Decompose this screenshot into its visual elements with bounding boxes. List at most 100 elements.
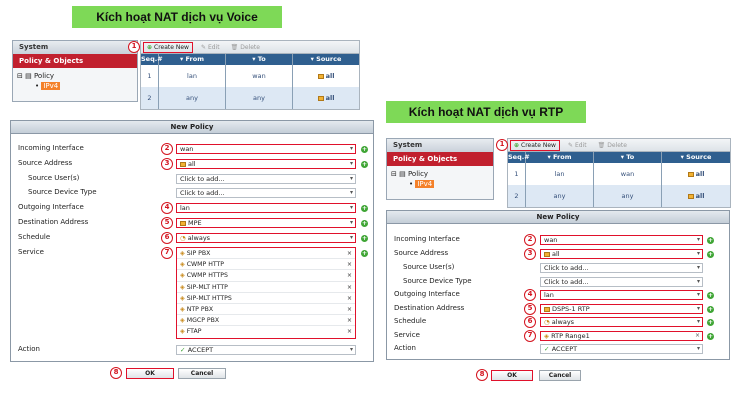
- table-row[interactable]: 1 lan wan all: [141, 65, 359, 87]
- create-new-button[interactable]: ⊕ Create New: [143, 41, 193, 53]
- source-device-select[interactable]: Click to add... ▾: [176, 188, 356, 198]
- add-icon[interactable]: +: [361, 220, 368, 227]
- add-icon[interactable]: +: [707, 251, 714, 258]
- service-list[interactable]: ◈ SIP PBX × ◈ CWMP HTTP × ◈ CWMP HTTPS × ◈ …: [176, 247, 356, 339]
- add-icon[interactable]: +: [361, 250, 368, 257]
- label-incoming: Incoming Interface: [18, 144, 84, 152]
- add-icon[interactable]: +: [361, 146, 368, 153]
- step-4-marker: 4: [161, 202, 173, 214]
- add-icon[interactable]: +: [707, 306, 714, 313]
- service-icon: ◈: [180, 272, 187, 280]
- tree-policy[interactable]: ⊟ ▤ Policy: [391, 169, 489, 179]
- close-icon[interactable]: ×: [695, 332, 700, 340]
- list-item[interactable]: ◈ SIP PBX ×: [177, 248, 355, 260]
- cancel-button[interactable]: Cancel: [539, 370, 581, 381]
- destination-address-select[interactable]: DSPS-1 RTP ▾: [540, 304, 703, 314]
- close-icon[interactable]: ×: [347, 248, 352, 259]
- add-icon[interactable]: +: [707, 237, 714, 244]
- address-icon: [180, 161, 186, 167]
- add-icon[interactable]: +: [361, 235, 368, 242]
- edit-icon: ✎: [567, 141, 573, 149]
- address-icon: [317, 73, 324, 79]
- list-item[interactable]: ◈ NTP PBX ×: [177, 304, 355, 316]
- chevron-down-icon: ▾: [696, 291, 700, 298]
- sidebar-system[interactable]: System: [13, 41, 137, 54]
- ok-button[interactable]: OK: [491, 370, 533, 381]
- action-select[interactable]: ✓ ACCEPT ▾: [176, 345, 356, 355]
- label-schedule: Schedule: [18, 233, 51, 241]
- schedule-select[interactable]: ◔ always ▾: [540, 317, 703, 327]
- chevron-down-icon: ▾: [349, 160, 353, 167]
- list-item[interactable]: ◈ CWMP HTTP ×: [177, 259, 355, 271]
- close-icon[interactable]: ×: [347, 293, 352, 304]
- close-icon[interactable]: ×: [347, 270, 352, 281]
- grid-header: Seq.# ▾ From ▾ To ▾ Source: [141, 54, 359, 65]
- close-icon[interactable]: ×: [347, 315, 352, 326]
- create-new-button[interactable]: ⊕ Create New: [510, 139, 560, 151]
- label-device: Source Device Type: [403, 277, 472, 285]
- delete-button[interactable]: 🗑 Delete: [595, 140, 630, 151]
- service-select[interactable]: ◈ RTP Range1 ×: [540, 331, 703, 341]
- list-item[interactable]: ◈ MGCP PBX ×: [177, 315, 355, 327]
- add-icon[interactable]: +: [361, 161, 368, 168]
- close-icon[interactable]: ×: [347, 259, 352, 270]
- label-users: Source User(s): [403, 263, 455, 271]
- clock-icon: ◔: [180, 234, 188, 242]
- edit-button[interactable]: ✎ Edit: [198, 42, 223, 53]
- close-icon[interactable]: ×: [347, 326, 352, 337]
- tree-ipv4[interactable]: • IPv4: [391, 179, 489, 189]
- label-outgoing: Outgoing Interface: [394, 290, 460, 298]
- address-icon: [687, 171, 694, 177]
- destination-address-select[interactable]: MPE ▾: [176, 218, 356, 228]
- step-2-marker: 2: [161, 143, 173, 155]
- service-icon: ◈: [180, 328, 187, 336]
- sidebar-policy-objects[interactable]: Policy & Objects: [387, 152, 493, 166]
- right-sidebar: System Policy & Objects ⊟ ▤ Policy • IPv…: [386, 138, 494, 200]
- add-icon[interactable]: +: [707, 319, 714, 326]
- source-device-select[interactable]: Click to add... ▾: [540, 277, 703, 287]
- service-icon: ◈: [180, 305, 187, 313]
- table-row[interactable]: 2 any any all: [141, 87, 359, 109]
- incoming-interface-select[interactable]: wan ▾: [176, 144, 356, 154]
- list-item[interactable]: ◈ SIP-MLT HTTPS ×: [177, 293, 355, 304]
- outgoing-interface-select[interactable]: lan ▾: [176, 203, 356, 213]
- outgoing-interface-select[interactable]: lan ▾: [540, 290, 703, 300]
- tree-ipv4[interactable]: • IPv4: [17, 81, 133, 91]
- label-action: Action: [394, 344, 416, 352]
- edit-button[interactable]: ✎ Edit: [565, 140, 590, 151]
- address-icon: [317, 95, 324, 101]
- address-icon: [687, 193, 694, 199]
- source-user-select[interactable]: Click to add... ▾: [540, 263, 703, 273]
- chevron-down-icon: ▾: [696, 250, 700, 257]
- add-icon[interactable]: +: [707, 292, 714, 299]
- service-icon: ◈: [180, 283, 187, 291]
- close-icon[interactable]: ×: [347, 304, 352, 315]
- source-address-select[interactable]: all ▾: [540, 249, 703, 259]
- action-select[interactable]: ✓ ACCEPT ▾: [540, 344, 703, 354]
- list-item[interactable]: ◈ CWMP HTTPS ×: [177, 270, 355, 282]
- add-icon[interactable]: +: [361, 205, 368, 212]
- incoming-interface-select[interactable]: wan ▾: [540, 235, 703, 245]
- ok-button[interactable]: OK: [126, 368, 174, 379]
- address-icon: [544, 306, 550, 312]
- schedule-select[interactable]: ◔ always ▾: [176, 233, 356, 243]
- address-icon: [544, 251, 550, 257]
- step-4-marker: 4: [524, 289, 536, 301]
- add-icon[interactable]: +: [707, 333, 714, 340]
- table-row[interactable]: 2 any any all: [508, 185, 730, 207]
- close-icon[interactable]: ×: [347, 282, 352, 293]
- rtp-title: Kích hoạt NAT dịch vụ RTP: [386, 101, 586, 123]
- sidebar-system[interactable]: System: [387, 139, 493, 152]
- tree-policy[interactable]: ⊟ ▤ Policy: [17, 71, 133, 81]
- list-item[interactable]: ◈ SIP-MLT HTTP ×: [177, 282, 355, 293]
- cancel-button[interactable]: Cancel: [178, 368, 226, 379]
- grid-header: Seq.# ▾ From ▾ To ▾ Source: [508, 152, 730, 163]
- list-item[interactable]: ◈ FTAP ×: [177, 326, 355, 337]
- chevron-down-icon: ▾: [696, 305, 700, 312]
- source-user-select[interactable]: Click to add... ▾: [176, 174, 356, 184]
- sidebar-policy-objects[interactable]: Policy & Objects: [13, 54, 137, 68]
- delete-button[interactable]: 🗑 Delete: [228, 42, 263, 53]
- table-row[interactable]: 1 lan wan all: [508, 163, 730, 185]
- step-2-marker: 2: [524, 234, 536, 246]
- source-address-select[interactable]: all ▾: [176, 159, 356, 169]
